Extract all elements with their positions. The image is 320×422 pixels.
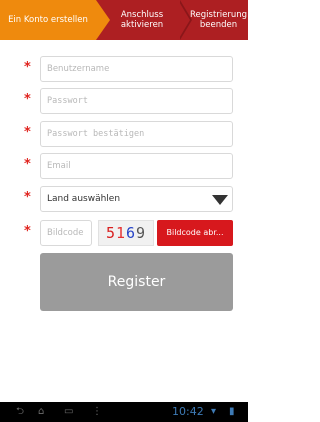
- email-row: * Email: [0, 153, 248, 179]
- email-input[interactable]: Email: [40, 153, 233, 179]
- home-icon[interactable]: ⌂: [38, 405, 44, 419]
- captcha-char: 6: [126, 224, 137, 242]
- image-code-placeholder: Bildcode: [47, 228, 84, 238]
- wifi-icon: ▾: [211, 406, 217, 417]
- username-placeholder: Benutzername: [47, 64, 110, 74]
- password-confirm-input[interactable]: Passwort bestätigen: [40, 121, 233, 147]
- password-placeholder: Passwort: [47, 96, 88, 106]
- recent-apps-icon[interactable]: ▭: [64, 405, 73, 419]
- country-select[interactable]: Land auswählen: [40, 186, 233, 212]
- email-placeholder: Email: [47, 161, 71, 171]
- required-star: *: [24, 92, 31, 107]
- captcha-image: 5169: [98, 220, 154, 246]
- step-create-account[interactable]: Ein Konto erstellen: [0, 0, 96, 40]
- image-code-row: * Bildcode 5169 Bildcode abr...: [0, 220, 248, 246]
- step-finish-registration[interactable]: Registrierung beenden: [190, 0, 260, 40]
- system-nav-bar: ⮌ ⌂ ▭ ⋮ 10:42 ▾ ▮: [0, 402, 248, 422]
- password-confirm-row: * Passwort bestätigen: [0, 121, 248, 147]
- step-separator-arrow-inner: [178, 0, 190, 40]
- captcha-char: 1: [115, 224, 126, 242]
- image-code-button[interactable]: Bildcode abr...: [157, 220, 233, 246]
- required-star: *: [24, 190, 31, 205]
- required-star: *: [24, 157, 31, 172]
- required-star: *: [24, 60, 31, 75]
- register-button[interactable]: Register: [40, 253, 233, 311]
- registration-steps-bar: Ein Konto erstellen Anschluss aktivieren…: [0, 0, 248, 40]
- captcha-char: 9: [136, 224, 147, 242]
- battery-icon: ▮: [229, 406, 235, 417]
- image-code-input[interactable]: Bildcode: [40, 220, 92, 246]
- clock-time: 10:42: [172, 405, 204, 418]
- step-activate-connection[interactable]: Anschluss aktivieren: [108, 0, 176, 40]
- back-icon[interactable]: ⮌: [16, 405, 24, 419]
- dropdown-arrow-icon: [212, 195, 228, 205]
- password-input[interactable]: Passwort: [40, 88, 233, 114]
- required-star: *: [24, 125, 31, 140]
- menu-icon[interactable]: ⋮: [92, 405, 102, 419]
- required-star: *: [24, 224, 31, 239]
- country-row: * Land auswählen: [0, 186, 248, 212]
- password-confirm-placeholder: Passwort bestätigen: [47, 129, 145, 139]
- username-input[interactable]: Benutzername: [40, 56, 233, 82]
- password-row: * Passwort: [0, 88, 248, 114]
- country-select-value: Land auswählen: [47, 194, 121, 204]
- captcha-char: 5: [105, 224, 116, 242]
- username-row: * Benutzername: [0, 56, 248, 82]
